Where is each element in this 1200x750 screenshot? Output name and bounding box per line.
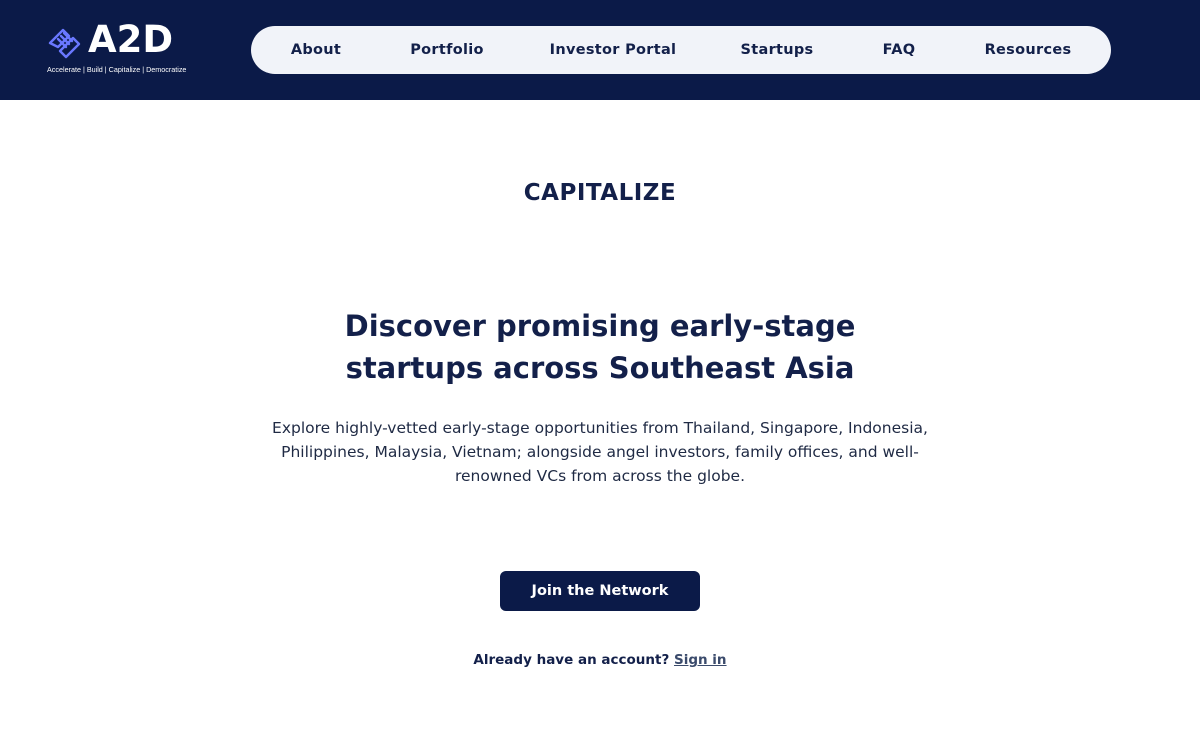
hero-headline-line2: startups across Southeast Asia <box>345 351 855 385</box>
brand-tagline: Accelerate | Build | Capitalize | Democr… <box>47 65 187 74</box>
signin-prompt-text: Already have an account? <box>473 652 670 668</box>
nav-item-investor-portal[interactable]: Investor Portal <box>550 26 677 74</box>
handshake-icon <box>48 28 81 59</box>
section-eyebrow: CAPITALIZE <box>523 180 677 206</box>
hero-description: Explore highly-vetted early-stage opport… <box>272 419 928 485</box>
hero-headline-line1: Discover promising early-stage <box>344 309 856 343</box>
hero-headline: Discover promising early-stage startups … <box>330 305 870 389</box>
brand-logo[interactable]: A2D Accelerate | Build | Capitalize | De… <box>46 18 196 76</box>
signin-prompt-row: Already have an account? Sign in <box>0 652 1200 668</box>
nav-item-about[interactable]: About <box>291 26 341 74</box>
nav-item-faq[interactable]: FAQ <box>883 26 916 74</box>
main-navigation: About Portfolio Investor Portal Startups… <box>251 26 1111 74</box>
site-header: A2D Accelerate | Build | Capitalize | De… <box>0 0 1200 100</box>
brand-name: A2D <box>88 18 174 61</box>
nav-item-portfolio[interactable]: Portfolio <box>410 26 484 74</box>
join-network-button[interactable]: Join the Network <box>500 571 700 611</box>
nav-item-startups[interactable]: Startups <box>741 26 814 74</box>
nav-item-resources[interactable]: Resources <box>985 26 1072 74</box>
signin-link[interactable]: Sign in <box>674 652 727 668</box>
